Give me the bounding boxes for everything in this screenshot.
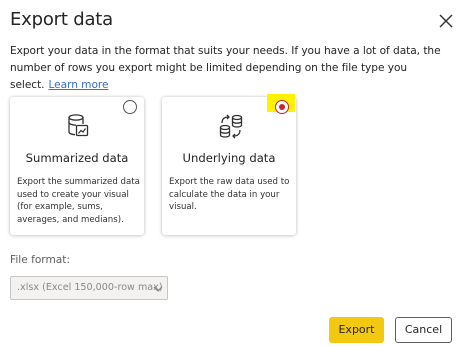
close-icon: [439, 14, 453, 28]
summarized-data-title: Summarized data: [25, 151, 129, 165]
underlying-data-radio[interactable]: [275, 100, 289, 114]
export-data-dialog: Export data Export your data in the form…: [0, 0, 474, 347]
file-format-select[interactable]: .xlsx (Excel 150,000-row max): [10, 276, 168, 300]
summarized-data-radio[interactable]: [123, 100, 137, 114]
underlying-data-title: Underlying data: [182, 151, 276, 165]
close-button[interactable]: [436, 11, 456, 31]
cancel-button[interactable]: Cancel: [395, 317, 452, 343]
option-card-underlying-data[interactable]: Underlying data Export the raw data used…: [162, 94, 296, 235]
file-format-value: .xlsx (Excel 150,000-row max): [17, 282, 163, 293]
dialog-title: Export data: [10, 9, 113, 30]
underlying-data-description: Export the raw data used to calculate th…: [169, 177, 290, 213]
chevron-down-icon: [153, 284, 163, 294]
file-format-label: File format:: [10, 254, 71, 266]
learn-more-link[interactable]: Learn more: [49, 79, 109, 91]
export-button[interactable]: Export: [329, 317, 384, 343]
database-chart-icon: [66, 113, 90, 139]
summarized-data-description: Export the summarized data used to creat…: [17, 177, 140, 225]
database-sync-icon: [218, 113, 243, 139]
option-card-summarized-data[interactable]: Summarized data Export the summarized da…: [10, 97, 144, 235]
dialog-description: Export your data in the format that suit…: [10, 43, 466, 94]
